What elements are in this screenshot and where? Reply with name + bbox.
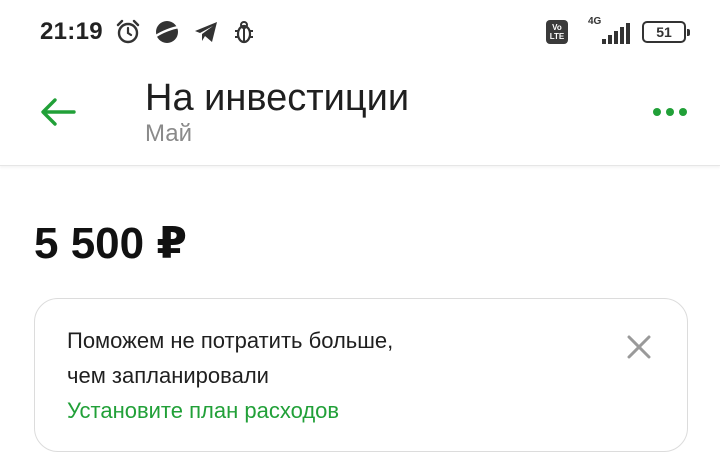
hint-text-block: Поможем не потратить больше, чем заплани… bbox=[67, 323, 393, 428]
back-button[interactable] bbox=[36, 90, 80, 134]
more-dots-icon bbox=[653, 108, 687, 116]
amount-value: 5 500 ₽ bbox=[34, 219, 187, 268]
page-subtitle: Май bbox=[145, 120, 193, 147]
bug-icon bbox=[231, 19, 257, 45]
close-hint-button[interactable] bbox=[623, 331, 655, 363]
arrow-left-icon bbox=[41, 98, 76, 126]
volte-label-top: Vo bbox=[552, 23, 562, 32]
status-right: Vo LTE 4G 51 bbox=[546, 16, 690, 46]
volte-label-bottom: LTE bbox=[549, 32, 565, 41]
signal-icon: 4G bbox=[582, 16, 630, 46]
network-type: 4G bbox=[588, 16, 602, 27]
close-icon bbox=[627, 335, 651, 359]
planet-icon bbox=[153, 18, 181, 46]
page-title: На инвестиции bbox=[145, 77, 410, 119]
volte-icon: Vo LTE bbox=[546, 20, 568, 44]
battery-icon: 51 bbox=[642, 21, 690, 43]
alarm-icon bbox=[115, 19, 141, 45]
hint-card: Поможем не потратить больше, чем заплани… bbox=[34, 298, 688, 452]
title-block: На инвестиции Май bbox=[145, 76, 409, 148]
status-time: 21:19 bbox=[40, 18, 103, 45]
hint-line-2: чем запланировали bbox=[67, 363, 269, 388]
signal-bars bbox=[602, 23, 630, 44]
app-bar: На инвестиции Май bbox=[0, 64, 720, 166]
status-bar: 21:19 Vo LTE 4G 51 bbox=[0, 0, 720, 64]
status-left: 21:19 bbox=[40, 18, 269, 46]
hint-line-1: Поможем не потратить больше, bbox=[67, 328, 394, 353]
more-options-button[interactable] bbox=[650, 94, 690, 130]
telegram-icon bbox=[193, 20, 219, 44]
set-budget-link[interactable]: Установите план расходов bbox=[67, 393, 393, 428]
battery-level: 51 bbox=[656, 24, 672, 40]
